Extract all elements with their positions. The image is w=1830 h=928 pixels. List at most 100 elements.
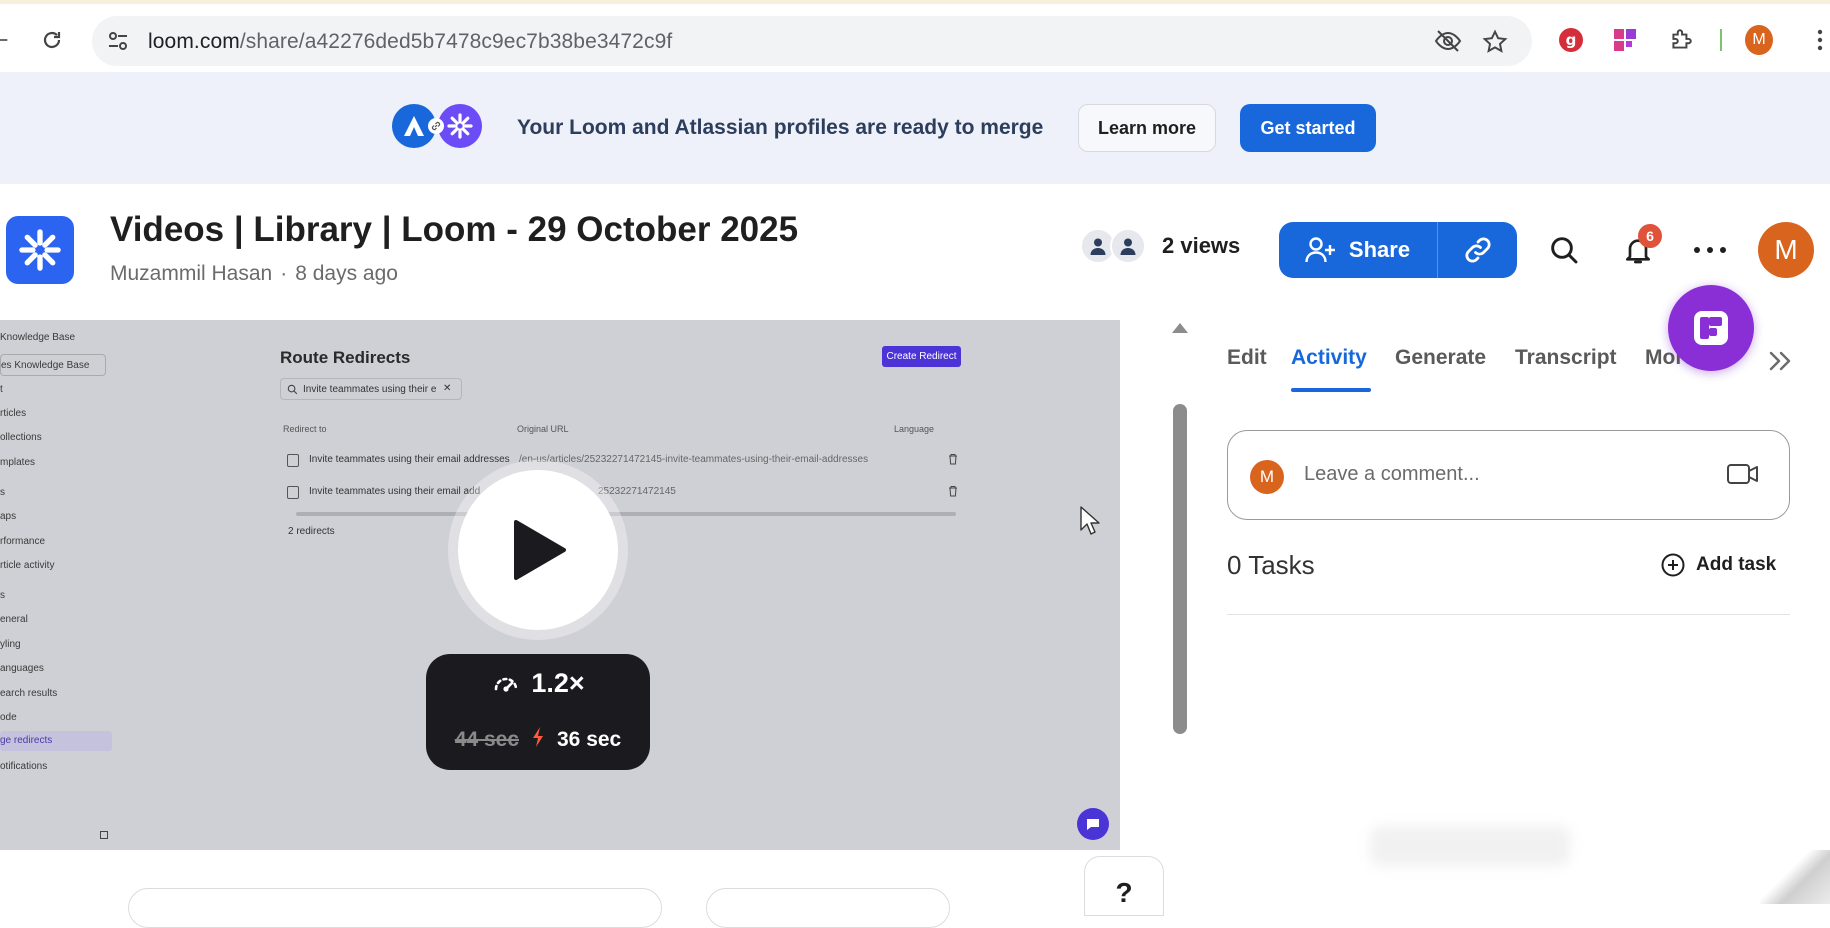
- frame-text: s: [0, 590, 5, 601]
- frame-create-button: Create Redirect: [882, 346, 961, 367]
- frame-text: ge redirects: [0, 731, 112, 751]
- video-player[interactable]: Knowledge Base es Knowledge Base t rticl…: [0, 320, 1120, 850]
- chat-widget-icon: [1077, 808, 1109, 840]
- frame-row-text: /en-us/articles/25232271472145-invite-te…: [519, 454, 869, 465]
- loom-logo-icon: [438, 104, 482, 148]
- frame-text: rticle activity: [0, 560, 55, 571]
- frame-column-header: Redirect to: [283, 424, 327, 434]
- add-task-button[interactable]: Add task: [1660, 552, 1776, 578]
- user-avatar[interactable]: M: [1758, 222, 1814, 278]
- frame-column-header: Original URL: [517, 424, 569, 434]
- frame-text: ode: [0, 712, 17, 723]
- notifications-bell-icon[interactable]: 6: [1618, 224, 1662, 270]
- share-button[interactable]: Share: [1279, 222, 1436, 278]
- frame-collapse-icon: [100, 831, 108, 839]
- star-icon[interactable]: [1482, 29, 1508, 60]
- video-title[interactable]: Videos | Library | Loom - 29 October 202…: [110, 210, 798, 250]
- comment-input[interactable]: [1304, 463, 1704, 486]
- speed-value: 1.2×: [531, 668, 585, 698]
- duration-row: 44 sec 36 sec: [426, 726, 650, 754]
- speed-row: 1.2×: [426, 668, 650, 699]
- playback-speed-badge[interactable]: 1.2× 44 sec 36 sec: [426, 654, 650, 770]
- frame-text: es Knowledge Base: [0, 354, 106, 376]
- divider: [1720, 29, 1722, 51]
- search-icon[interactable]: [1544, 230, 1584, 270]
- video-meta: Muzammil Hasan · 8 days ago: [110, 262, 398, 286]
- chevrons-right-icon[interactable]: [1766, 346, 1796, 376]
- frame-text: otifications: [0, 761, 48, 772]
- learn-more-button[interactable]: Learn more: [1078, 104, 1216, 152]
- share-label: Share: [1348, 237, 1411, 262]
- trash-icon: [948, 485, 958, 500]
- figma-extension-icon[interactable]: [1611, 26, 1639, 54]
- frame-text: aps: [0, 511, 17, 522]
- document-icon: [287, 486, 299, 499]
- scrollbar-thumb[interactable]: [1173, 404, 1187, 734]
- help-button[interactable]: ?: [1084, 856, 1164, 916]
- tab-activity[interactable]: Activity: [1291, 346, 1367, 370]
- frame-text: mplates: [0, 457, 36, 468]
- play-icon: [514, 520, 566, 580]
- bottom-card[interactable]: [706, 888, 950, 928]
- frame-search-value: Invite teammates using their e: [303, 384, 437, 395]
- frame-scrollbar: [296, 512, 956, 516]
- scroll-up-arrow-icon[interactable]: [1172, 323, 1188, 333]
- views-button[interactable]: 2 views: [1080, 228, 1240, 264]
- site-settings-icon[interactable]: [106, 29, 130, 58]
- play-button[interactable]: [458, 470, 618, 630]
- speed-gauge-icon: [495, 677, 518, 692]
- page-curl-decoration: [1760, 850, 1830, 904]
- grammarly-extension-icon[interactable]: g: [1557, 26, 1585, 54]
- viewer-avatar-icon: [1110, 228, 1146, 264]
- merge-banner: Your Loom and Atlassian profiles are rea…: [0, 72, 1830, 184]
- active-tab-indicator: [1291, 388, 1371, 392]
- frame-search: Invite teammates using their e ✕: [280, 378, 462, 400]
- video-frame-sidebar: Knowledge Base es Knowledge Base t rticl…: [0, 320, 120, 850]
- tab-transcript[interactable]: Transcript: [1515, 346, 1617, 370]
- profile-avatar[interactable]: M: [1745, 25, 1773, 55]
- extensions-puzzle-icon[interactable]: [1667, 26, 1695, 54]
- link-icon: [428, 118, 444, 134]
- sped-up-duration: 36 sec: [557, 728, 622, 751]
- tab-edit[interactable]: Edit: [1227, 346, 1267, 370]
- get-started-button[interactable]: Get started: [1240, 104, 1376, 152]
- comment-box[interactable]: M: [1227, 430, 1790, 520]
- url-text: loom.com/share/a42276ded5b7478c9ec7b38be…: [148, 30, 673, 53]
- browser-toolbar: loom.com/share/a42276ded5b7478c9ec7b38be…: [0, 0, 1830, 72]
- reload-icon[interactable]: [38, 26, 66, 54]
- eye-off-icon[interactable]: [1434, 29, 1462, 58]
- copy-link-button[interactable]: [1437, 222, 1517, 278]
- frame-text: anguages: [0, 663, 44, 674]
- link-icon: [1464, 237, 1491, 263]
- frame-row-text: Invite teammates using their email addre…: [309, 454, 510, 465]
- search-icon: [287, 384, 298, 395]
- floating-extension-icon[interactable]: [1668, 285, 1754, 371]
- video-camera-icon[interactable]: [1726, 460, 1760, 493]
- frame-text: eneral: [0, 614, 28, 625]
- banner-message: Your Loom and Atlassian profiles are rea…: [517, 116, 1044, 139]
- close-icon: ✕: [443, 383, 452, 394]
- more-vertical-icon[interactable]: [1806, 26, 1830, 54]
- back-icon[interactable]: [0, 26, 14, 54]
- lightning-icon: [531, 726, 545, 754]
- comment-avatar: M: [1250, 460, 1284, 494]
- frame-row-text: Invite teammates using their email add: [309, 486, 481, 497]
- profile-initial: M: [1745, 25, 1773, 55]
- video-header: Videos | Library | Loom - 29 October 202…: [0, 184, 1830, 320]
- frame-text: s: [0, 487, 5, 498]
- document-icon: [287, 454, 299, 467]
- more-horizontal-icon[interactable]: [1690, 230, 1730, 270]
- frame-text: rticles: [0, 408, 27, 419]
- views-count: 2 views: [1162, 233, 1241, 258]
- address-bar[interactable]: loom.com/share/a42276ded5b7478c9ec7b38be…: [92, 16, 1532, 66]
- tab-generate[interactable]: Generate: [1395, 346, 1486, 370]
- frame-text: rformance: [0, 536, 46, 547]
- author-name[interactable]: Muzammil Hasan: [110, 262, 272, 285]
- frame-heading: Route Redirects: [280, 348, 411, 367]
- loom-home-icon[interactable]: [6, 216, 74, 284]
- svg-text:g: g: [1566, 31, 1577, 49]
- bottom-card[interactable]: [128, 888, 662, 928]
- add-task-label: Add task: [1696, 554, 1777, 575]
- frame-column-header: Language: [894, 424, 935, 434]
- frame-text: Knowledge Base: [0, 332, 76, 343]
